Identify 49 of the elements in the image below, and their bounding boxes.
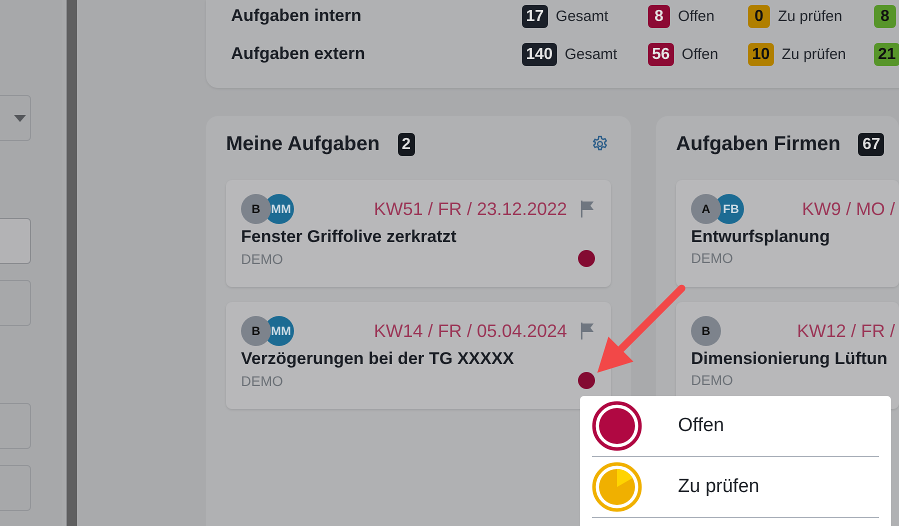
- count-badge: 56: [648, 42, 674, 66]
- task-card[interactable]: B MM KW14 / FR / 05.04.2024 Verzögerungen bei der TG XXXXX DEMO: [226, 302, 611, 409]
- count-badge: 0: [748, 4, 770, 28]
- project-label: DEMO: [241, 250, 283, 266]
- task-card[interactable]: B MM KW51 / FR / 23.12.2022 Fenster Griffolive zerkratzt DEMO: [226, 180, 611, 287]
- menu-item[interactable]: Offen: [592, 396, 879, 457]
- count-label: Zu prüfen: [778, 8, 842, 24]
- avatar: B: [241, 194, 271, 224]
- menu-item[interactable]: Zu prüfen: [592, 457, 879, 518]
- settings-icon[interactable]: [591, 135, 609, 153]
- column-title: Aufgaben Firmen: [676, 132, 840, 156]
- count-label: Offen: [678, 8, 714, 24]
- count-badge: 21: [874, 42, 899, 66]
- avatar: B: [691, 316, 721, 346]
- count-badge: 8: [874, 4, 896, 28]
- count-label: Offen: [682, 46, 718, 62]
- task-title: Fenster Griffolive zerkratzt: [241, 227, 458, 247]
- count-badge: 17: [522, 4, 548, 28]
- task-card[interactable]: A FB KW9 / MO / Entwurfsplanung DEMO: [676, 180, 899, 287]
- flag-icon[interactable]: [580, 322, 595, 340]
- project-label: DEMO: [241, 372, 283, 388]
- pie-circle-icon: [592, 462, 642, 512]
- due-date: KW9 / MO /: [802, 198, 895, 220]
- count-label: Gesamt: [556, 8, 608, 24]
- count-badge: 140: [522, 42, 557, 66]
- status-dot[interactable]: [578, 372, 595, 389]
- column-title: Meine Aufgaben: [226, 132, 380, 156]
- avatar: B: [241, 316, 271, 346]
- task-title: Dimensionierung Lüftun: [691, 349, 888, 369]
- filled-circle-icon: [592, 401, 642, 451]
- count-badge: 2: [398, 132, 415, 156]
- flag-icon[interactable]: [580, 200, 595, 218]
- status-dot[interactable]: [578, 250, 595, 267]
- task-title: Verzögerungen bei der TG XXXXX: [241, 349, 516, 369]
- due-date: KW51 / FR / 23.12.2022: [374, 198, 567, 220]
- count-badge: 10: [748, 42, 774, 66]
- due-date: KW14 / FR / 05.04.2024: [374, 320, 567, 342]
- summary-label: Aufgaben intern: [231, 6, 362, 26]
- summary-label: Aufgaben extern: [231, 44, 366, 64]
- count-badge: 67: [858, 132, 884, 156]
- count-badge: 8: [648, 4, 670, 28]
- task-title: Entwurfsplanung: [691, 227, 831, 247]
- caret-icon: [14, 115, 26, 122]
- due-date: KW12 / FR /: [796, 320, 895, 342]
- count-label: Gesamt: [564, 46, 618, 62]
- count-label: Zu prüfen: [782, 46, 846, 62]
- avatar: A: [691, 194, 721, 224]
- project-label: DEMO: [691, 250, 733, 266]
- project-label: DEMO: [691, 372, 733, 388]
